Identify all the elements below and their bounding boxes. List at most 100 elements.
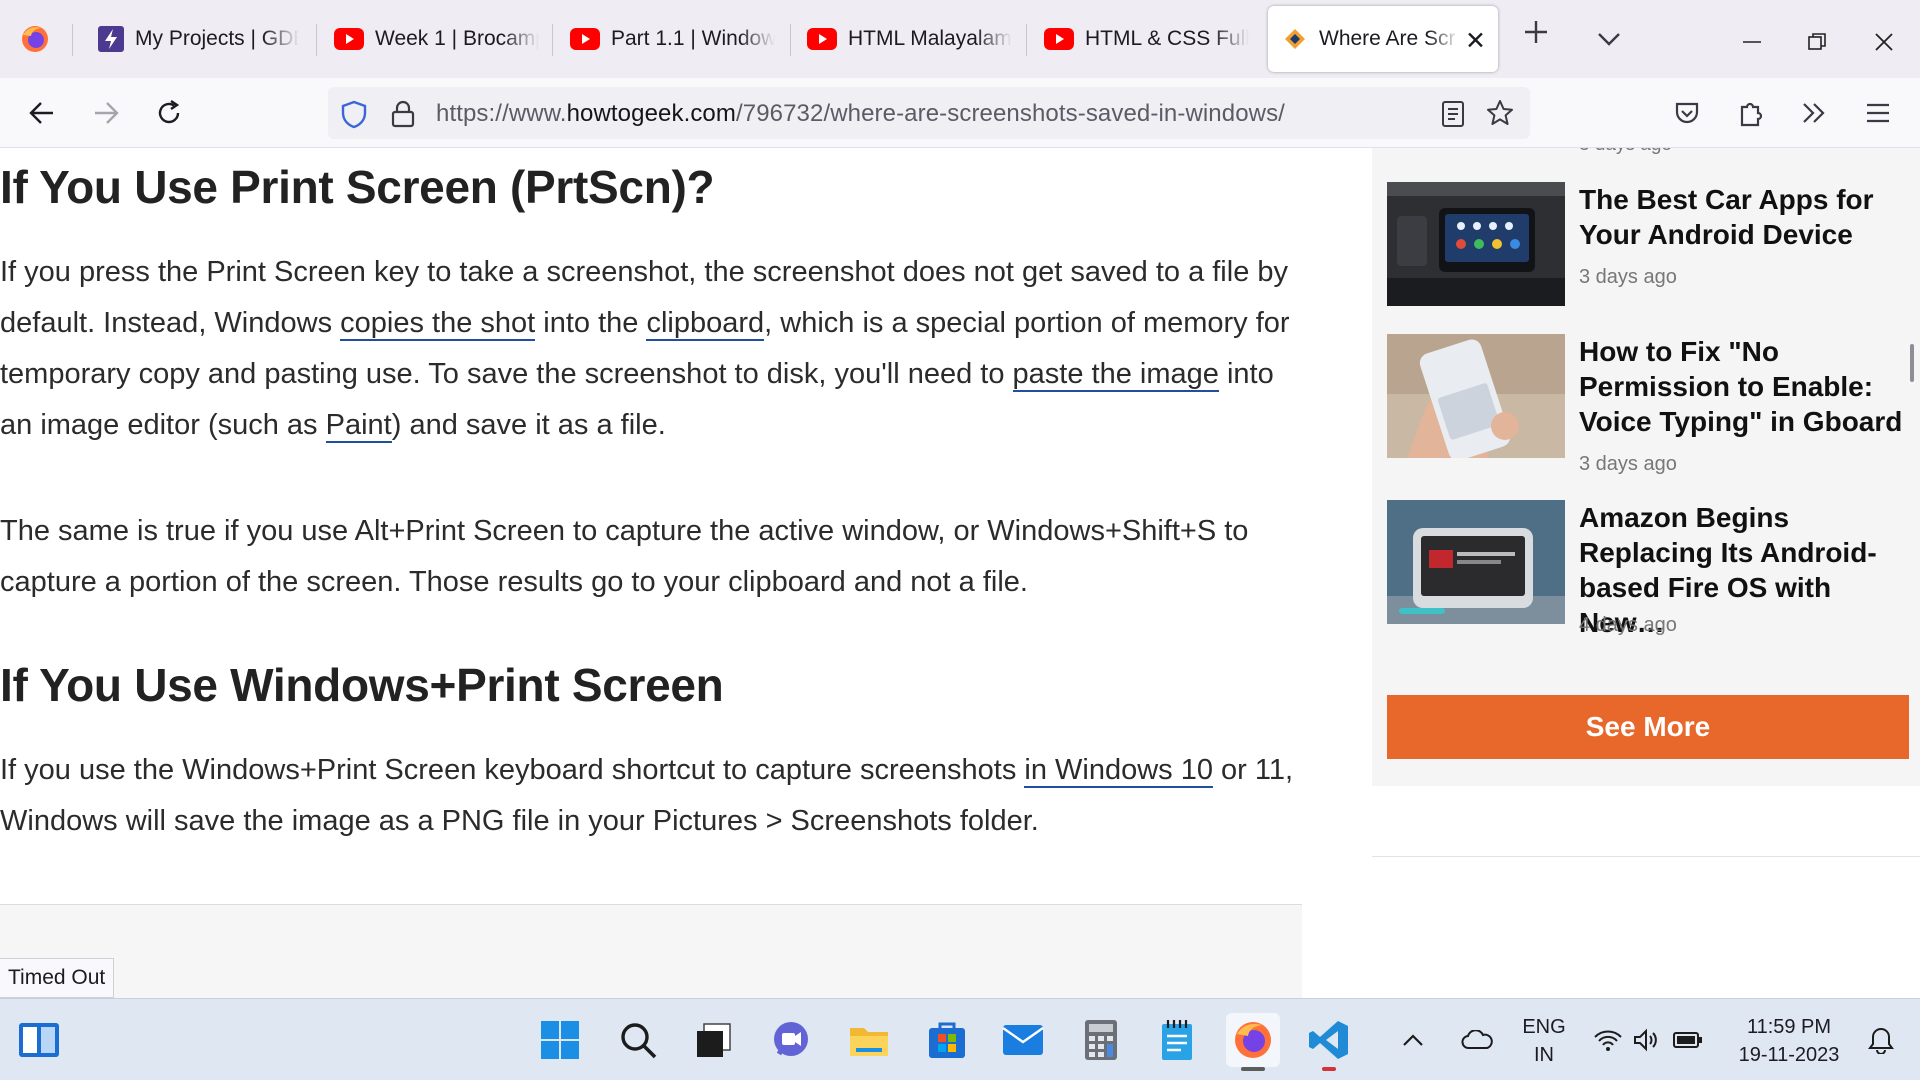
firefox-view-button[interactable]	[0, 0, 70, 78]
tab-strip: My Projects | GDE Week 1 | Brocamp Part …	[0, 0, 1920, 78]
teams-chat-button[interactable]	[764, 1013, 818, 1067]
tab-youtube-part11[interactable]: Part 1.1 | Window	[556, 6, 784, 72]
forward-button[interactable]	[87, 94, 125, 132]
search-button[interactable]	[611, 1013, 665, 1067]
tracking-protection-shield-icon[interactable]	[340, 99, 368, 129]
card-title[interactable]: How to Fix "No Permission to Enable: Voi…	[1579, 334, 1909, 439]
clock[interactable]: 11:59 PM 19-11-2023	[1726, 1013, 1852, 1069]
tab-separator	[790, 24, 791, 56]
tab-youtube-week1[interactable]: Week 1 | Brocamp	[320, 6, 548, 72]
previous-card-time: 3 days ago	[1579, 148, 1672, 156]
url-text[interactable]: https://www.howtogeek.com/796732/where-a…	[436, 100, 1285, 128]
card-title[interactable]: The Best Car Apps for Your Android Devic…	[1579, 182, 1909, 252]
back-arrow-icon	[29, 102, 53, 124]
tab-separator	[552, 24, 553, 56]
navigation-toolbar: https://www.howtogeek.com/796732/where-a…	[0, 78, 1920, 148]
phone-keyboard-thumbnail[interactable]	[1387, 334, 1565, 458]
calculator-button[interactable]	[1074, 1013, 1128, 1067]
lock-icon[interactable]	[390, 99, 416, 129]
teams-chat-icon	[774, 1022, 808, 1056]
link-copies-the-shot[interactable]: copies the shot	[340, 307, 536, 341]
reload-icon	[158, 100, 180, 124]
article-paragraph: If you use the Windows+Print Screen keyb…	[0, 745, 1302, 847]
hamburger-menu-icon	[1867, 103, 1889, 123]
start-button[interactable]	[533, 1013, 587, 1067]
notepad-button[interactable]	[1150, 1013, 1204, 1067]
link-paint[interactable]: Paint	[325, 409, 392, 443]
restore-button[interactable]	[1807, 28, 1827, 58]
region-code: IN	[1534, 1044, 1554, 1066]
clock-date: 19-11-2023	[1738, 1044, 1840, 1066]
extensions-button[interactable]	[1732, 94, 1770, 132]
vscode-button[interactable]	[1302, 1013, 1356, 1071]
tab-label: Part 1.1 | Window	[611, 27, 775, 50]
article-paragraph: If you press the Print Screen key to tak…	[0, 247, 1302, 451]
app-menu-button[interactable]	[1859, 94, 1897, 132]
tab-separator	[1026, 24, 1027, 56]
ad-placeholder-area	[0, 905, 1302, 998]
reader-view-icon[interactable]	[1440, 100, 1466, 128]
mail-button[interactable]	[996, 1013, 1050, 1067]
tab-label: HTML Malayalam	[848, 27, 1012, 50]
tab-label: Week 1 | Brocamp	[375, 27, 539, 50]
file-explorer-button[interactable]	[842, 1013, 896, 1067]
mail-icon	[1002, 1025, 1044, 1055]
bookmark-star-icon[interactable]	[1485, 98, 1515, 128]
file-explorer-icon	[850, 1028, 888, 1056]
page-scrollbar-thumb[interactable]	[1910, 344, 1914, 382]
forward-arrow-icon	[95, 102, 119, 124]
clock-time: 11:59 PM	[1746, 1016, 1832, 1038]
close-icon	[1875, 33, 1893, 51]
widgets-button[interactable]	[12, 1013, 66, 1067]
tab-youtube-html-css[interactable]: HTML & CSS Full	[1030, 6, 1258, 72]
car-dashboard-thumbnail[interactable]	[1387, 182, 1565, 306]
close-tab-icon[interactable]: ✕	[1465, 26, 1486, 56]
url-bar[interactable]: https://www.howtogeek.com/796732/where-a…	[328, 87, 1530, 139]
notifications-button[interactable]	[1858, 1013, 1904, 1067]
echo-show-thumbnail[interactable]	[1387, 500, 1565, 624]
reload-button[interactable]	[150, 94, 188, 132]
sidebar-blank-area	[1372, 786, 1920, 998]
onedrive-button[interactable]	[1450, 1013, 1504, 1067]
link-paste-the-image[interactable]: paste the image	[1012, 358, 1219, 392]
calculator-icon	[1085, 1020, 1117, 1060]
search-icon	[621, 1023, 657, 1059]
link-in-windows-10[interactable]: in Windows 10	[1024, 754, 1213, 788]
list-all-tabs-button[interactable]	[1596, 24, 1622, 54]
tab-youtube-html-malayalam[interactable]: HTML Malayalam	[793, 6, 1021, 72]
youtube-icon	[1044, 28, 1074, 50]
volume-icon	[1634, 1028, 1657, 1052]
minimize-button[interactable]	[1742, 26, 1762, 56]
tab-howtogeek-active[interactable]: Where Are Scr ✕	[1268, 6, 1498, 72]
youtube-icon	[334, 28, 364, 50]
microsoft-store-button[interactable]	[920, 1013, 974, 1067]
active-indicator	[1241, 1067, 1265, 1071]
plus-icon	[1525, 21, 1547, 43]
task-view-button[interactable]	[687, 1013, 741, 1067]
text-span: ) and save it as a file.	[391, 409, 666, 441]
close-window-button[interactable]	[1874, 28, 1894, 58]
widgets-icon	[19, 1023, 59, 1057]
language-code: ENG	[1522, 1016, 1566, 1038]
language-indicator[interactable]: ENG IN	[1514, 1013, 1574, 1069]
onedrive-cloud-icon	[1461, 1030, 1493, 1049]
see-more-button[interactable]: See More	[1387, 695, 1909, 759]
firefox-taskbar-button[interactable]	[1226, 1013, 1280, 1071]
new-tab-button[interactable]	[1522, 18, 1550, 52]
quick-settings-button[interactable]	[1588, 1013, 1708, 1067]
double-chevron-right-icon	[1803, 103, 1825, 123]
show-hidden-icons-button[interactable]	[1393, 1013, 1433, 1067]
overflow-menu-button[interactable]	[1795, 94, 1833, 132]
vscode-icon	[1309, 1021, 1348, 1059]
pocket-button[interactable]	[1668, 94, 1706, 132]
trending-sidebar: 3 days ago The Best Car Apps for Your An…	[1372, 148, 1920, 786]
bell-icon	[1868, 1027, 1894, 1054]
tab-separator	[72, 24, 73, 56]
status-panel: Timed Out	[0, 958, 115, 998]
tab-label: My Projects | GDE	[135, 27, 299, 50]
link-clipboard[interactable]: clipboard	[646, 307, 765, 341]
back-button[interactable]	[23, 94, 61, 132]
youtube-icon	[807, 28, 837, 50]
tab-gdevelop[interactable]: My Projects | GDE	[84, 6, 312, 72]
running-indicator	[1322, 1067, 1336, 1071]
